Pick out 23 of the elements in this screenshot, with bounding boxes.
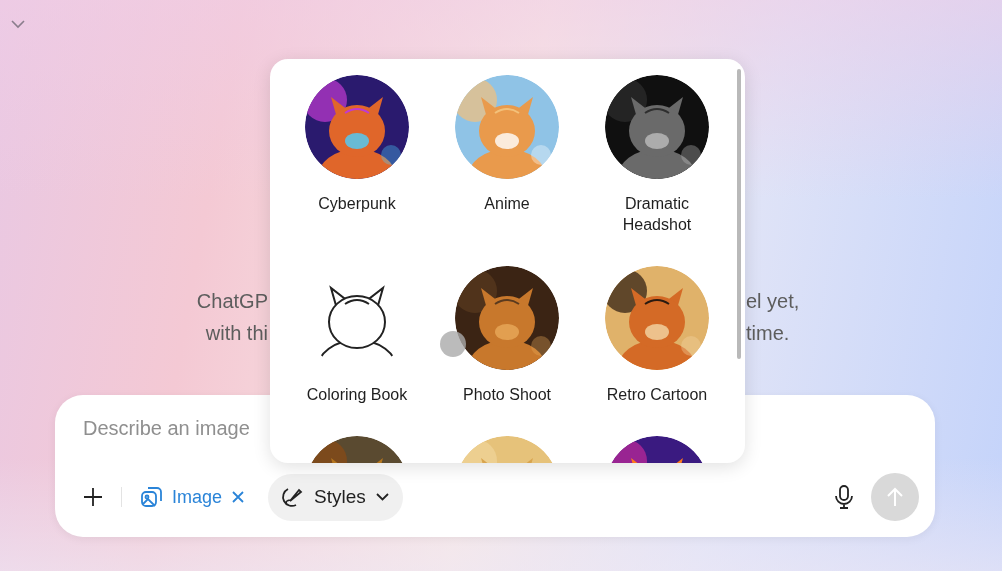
close-icon[interactable]: [232, 491, 245, 503]
style-label[interactable]: Coloring Book: [302, 384, 412, 405]
add-icon[interactable]: [83, 487, 103, 507]
style-label[interactable]: Cyberpunk: [302, 193, 412, 214]
prompt-field[interactable]: Describe an image: [83, 417, 267, 440]
message-text: ChatGP: [195, 289, 268, 313]
style-label[interactable]: Retro Cartoon: [602, 384, 712, 405]
message-text: time.: [746, 321, 790, 345]
microphone-icon[interactable]: [835, 485, 853, 509]
collapse-chevron-icon[interactable]: [11, 20, 25, 29]
style-label[interactable]: Dramatic Headshot: [602, 193, 712, 235]
style-label[interactable]: Anime: [452, 193, 562, 214]
scrollbar-thumb[interactable]: [737, 69, 741, 359]
message-text: el yet,: [746, 289, 800, 313]
image-icon: [140, 485, 164, 509]
brush-icon: [280, 485, 305, 509]
chevron-down-icon: [375, 493, 389, 501]
message-text: with thi: [204, 321, 268, 345]
pointer-dot: [440, 331, 466, 357]
styles-button[interactable]: Styles: [268, 473, 403, 521]
arrow-up-icon: [887, 487, 903, 507]
style-label[interactable]: Photo Shoot: [452, 384, 562, 405]
image-chip[interactable]: Image: [140, 485, 223, 509]
